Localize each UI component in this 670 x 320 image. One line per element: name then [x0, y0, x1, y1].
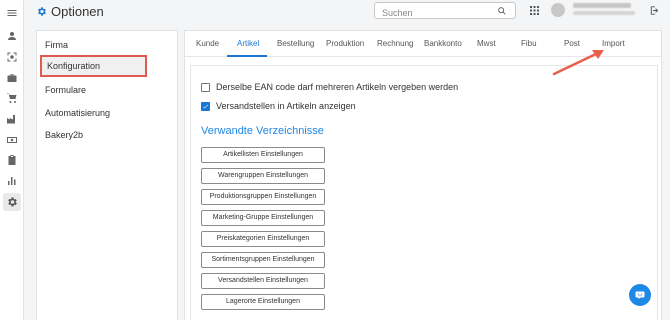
sidebar-item-bakery2b[interactable]: Bakery2b: [37, 124, 179, 146]
preiskategorien-settings-button[interactable]: Preiskategorien Einstellungen: [201, 231, 325, 247]
ean-duplicate-label: Derselbe EAN code darf mehreren Artikeln…: [216, 82, 459, 92]
sidebar-item-firma[interactable]: Firma: [37, 34, 179, 56]
tab-rechnung[interactable]: Rechnung: [377, 39, 413, 48]
checkmark-icon: [202, 104, 209, 109]
tab-bankkonto[interactable]: Bankkonto: [424, 39, 462, 48]
sortimentsgruppen-settings-button[interactable]: Sortimentsgruppen Einstellungen: [201, 252, 325, 268]
lagerorte-settings-button[interactable]: Lagerorte Einstellungen: [201, 294, 325, 310]
chat-bot-icon: [635, 291, 645, 299]
user-name-blurred: [573, 3, 631, 8]
article-settings: Derselbe EAN code darf mehreren Artikeln…: [190, 65, 658, 320]
chat-widget-button[interactable]: [629, 284, 651, 306]
related-directories-heading: Verwandte Verzeichnisse: [201, 125, 324, 137]
apps-grid-icon[interactable]: [530, 6, 539, 15]
tab-produktion[interactable]: Produktion: [326, 39, 364, 48]
user-email-blurred: [573, 11, 635, 15]
clipboard-icon[interactable]: [5, 153, 19, 167]
option-ean-duplicate: Derselbe EAN code darf mehreren Artikeln…: [201, 82, 458, 92]
sidebar-item-formulare[interactable]: Formulare: [37, 79, 179, 101]
briefcase-icon[interactable]: [5, 71, 19, 85]
search-input[interactable]: [375, 5, 493, 18]
search-box: [374, 2, 516, 19]
tab-bestellung[interactable]: Bestellung: [277, 39, 314, 48]
settings-icon[interactable]: [3, 193, 21, 211]
scan-icon[interactable]: [5, 50, 19, 64]
search-icon[interactable]: [497, 6, 507, 16]
sidebar-item-automatisierung[interactable]: Automatisierung: [37, 102, 179, 124]
avatar[interactable]: [551, 3, 565, 17]
page-title-text: Optionen: [51, 4, 104, 19]
options-sidebar: Firma Konfiguration Formulare Automatisi…: [36, 30, 178, 320]
money-icon[interactable]: [5, 133, 19, 147]
menu-icon[interactable]: [5, 6, 19, 20]
logout-icon[interactable]: [649, 5, 660, 16]
cart-icon[interactable]: [5, 91, 19, 105]
page-title: Optionen: [36, 4, 104, 19]
user-icon[interactable]: [5, 29, 19, 43]
marketing-gruppe-settings-button[interactable]: Marketing-Gruppe Einstellungen: [201, 210, 325, 226]
tab-artikel[interactable]: Artikel: [237, 39, 259, 48]
gear-icon: [36, 6, 47, 17]
ean-duplicate-checkbox[interactable]: [201, 82, 210, 92]
bar-chart-icon[interactable]: [5, 174, 19, 188]
shipping-points-checkbox[interactable]: [201, 101, 210, 111]
active-tab-indicator: [227, 55, 267, 57]
annotation-arrow: [552, 50, 604, 76]
produktionsgruppen-settings-button[interactable]: Produktionsgruppen Einstellungen: [201, 189, 325, 205]
artikellisten-settings-button[interactable]: Artikellisten Einstellungen: [201, 147, 325, 163]
warengruppen-settings-button[interactable]: Warengruppen Einstellungen: [201, 168, 325, 184]
tab-kunde[interactable]: Kunde: [196, 39, 219, 48]
icon-rail: [0, 0, 24, 320]
factory-icon[interactable]: [5, 112, 19, 126]
shipping-points-label: Versandstellen in Artikeln anzeigen: [216, 101, 356, 111]
option-show-shipping-points: Versandstellen in Artikeln anzeigen: [201, 101, 356, 111]
sidebar-item-konfiguration[interactable]: Konfiguration: [40, 55, 147, 77]
tab-mwst[interactable]: Mwst: [477, 39, 496, 48]
versandstellen-settings-button[interactable]: Versandstellen Einstellungen: [201, 273, 325, 289]
tab-fibu[interactable]: Fibu: [521, 39, 537, 48]
